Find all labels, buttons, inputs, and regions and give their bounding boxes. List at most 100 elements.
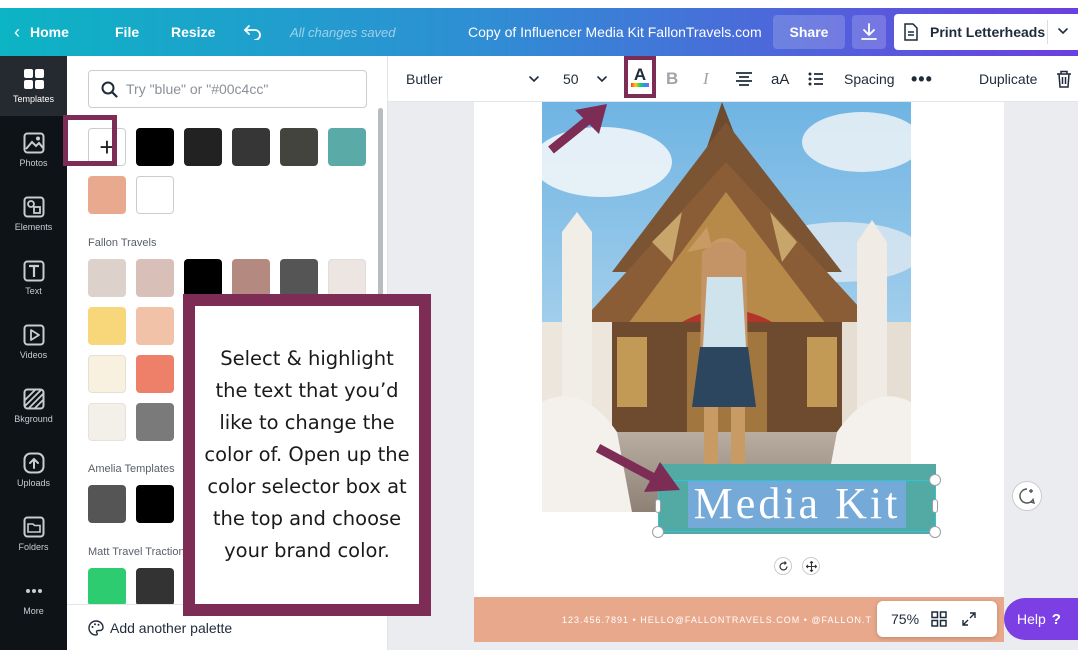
color-swatch[interactable] <box>88 485 126 523</box>
move-icon <box>805 560 817 572</box>
delete-button[interactable] <box>1056 56 1072 102</box>
help-button[interactable]: Help ? <box>1004 598 1078 640</box>
font-size-dropdown[interactable] <box>596 56 608 102</box>
rail-item-text[interactable]: Text <box>0 248 67 308</box>
color-swatch[interactable] <box>280 259 318 297</box>
trash-icon <box>1057 70 1071 88</box>
document-title[interactable]: Copy of Influencer Media Kit FallonTrave… <box>468 8 762 56</box>
more-options-button[interactable]: ••• <box>911 56 933 102</box>
resize-handle[interactable] <box>929 526 941 538</box>
color-swatch[interactable] <box>136 259 174 297</box>
rail-item-folders[interactable]: Folders <box>0 504 67 564</box>
align-button[interactable] <box>735 56 753 102</box>
rail-label: Templates <box>12 94 55 104</box>
save-status: All changes saved <box>290 24 396 40</box>
spacing-button[interactable]: Spacing <box>844 56 895 102</box>
move-button[interactable] <box>802 557 820 575</box>
text-color-button[interactable]: A <box>624 56 656 98</box>
duplicate-button[interactable]: Duplicate <box>979 56 1037 102</box>
download-button[interactable] <box>852 15 886 49</box>
italic-button[interactable]: I <box>703 56 709 102</box>
help-label: Help <box>1017 611 1046 627</box>
file-menu[interactable]: File <box>115 8 139 56</box>
color-swatch[interactable] <box>136 485 174 523</box>
comment-button[interactable] <box>1012 481 1042 511</box>
print-label: Print Letterheads <box>930 24 1046 40</box>
undo-icon <box>244 25 261 40</box>
rotate-button[interactable] <box>774 557 792 575</box>
print-letterheads-button[interactable]: Print Letterheads <box>894 14 1078 50</box>
document-icon <box>904 23 918 41</box>
color-swatch[interactable] <box>280 128 318 166</box>
color-swatch[interactable] <box>232 128 270 166</box>
palette-icon <box>88 619 104 636</box>
color-swatch[interactable] <box>184 259 222 297</box>
folders-icon <box>23 516 44 538</box>
color-swatch[interactable] <box>88 568 126 606</box>
text-icon <box>23 260 44 282</box>
color-swatch[interactable] <box>88 307 126 345</box>
zoom-level[interactable]: 75% <box>891 611 919 627</box>
font-size[interactable]: 50 <box>563 56 579 102</box>
arrow-to-color-icon <box>548 104 607 154</box>
color-swatch[interactable] <box>136 128 174 166</box>
letter-case-button[interactable]: aA <box>771 56 789 102</box>
resize-button[interactable]: Resize <box>171 8 215 56</box>
font-selector[interactable]: Butler <box>406 56 443 102</box>
color-search[interactable] <box>88 70 367 108</box>
rail-label: Bkground <box>14 414 53 424</box>
palette-title: Fallon Travels <box>88 237 157 249</box>
rail-item-more[interactable]: More <box>0 568 67 628</box>
chevron-down-icon[interactable] <box>1057 23 1069 39</box>
arrow-to-headline-icon <box>595 444 680 492</box>
chevron-left-icon: ‹ <box>14 21 20 42</box>
resize-handle[interactable] <box>652 526 664 538</box>
color-swatch[interactable] <box>184 128 222 166</box>
color-swatch[interactable] <box>88 403 126 441</box>
photos-icon <box>23 132 44 154</box>
color-swatch-white[interactable] <box>136 176 174 214</box>
search-icon <box>101 81 118 98</box>
side-handle[interactable] <box>655 499 661 513</box>
frame-border <box>0 0 1078 8</box>
list-button[interactable] <box>808 56 824 102</box>
elements-icon <box>23 196 44 218</box>
color-swatch[interactable] <box>88 176 126 214</box>
color-swatch[interactable] <box>328 259 366 297</box>
color-swatch[interactable] <box>232 259 270 297</box>
zoom-controls[interactable]: 75% <box>877 601 997 637</box>
share-button[interactable]: Share <box>773 15 845 49</box>
list-icon <box>808 72 823 86</box>
selected-swatch-highlight <box>63 115 117 166</box>
rail-item-videos[interactable]: Videos <box>0 312 67 372</box>
rail-item-background[interactable]: Bkground <box>0 376 67 436</box>
rail-item-templates[interactable]: Templates <box>0 56 67 116</box>
color-swatch[interactable] <box>136 403 174 441</box>
bold-button[interactable]: B <box>666 56 678 102</box>
undo-button[interactable] <box>244 8 262 56</box>
rail-label: Photos <box>19 158 48 168</box>
more-icon <box>25 589 42 593</box>
color-swatch[interactable] <box>136 568 174 606</box>
rail-item-photos[interactable]: Photos <box>0 120 67 180</box>
help-question-icon: ? <box>1051 610 1061 628</box>
color-swatch[interactable] <box>136 307 174 345</box>
color-swatch[interactable] <box>328 128 366 166</box>
rail-label: Folders <box>18 542 49 552</box>
side-handle[interactable] <box>932 499 938 513</box>
palette-title: Matt Travel Traction <box>88 546 185 558</box>
grid-view-icon[interactable] <box>931 611 947 627</box>
resize-handle[interactable] <box>929 474 941 486</box>
font-dropdown[interactable] <box>528 56 540 102</box>
palette-title: Amelia Templates <box>88 463 175 475</box>
search-input[interactable] <box>126 81 356 97</box>
color-swatch[interactable] <box>136 355 174 393</box>
rail-label: Uploads <box>16 478 51 488</box>
color-swatch[interactable] <box>88 355 126 393</box>
selection-outline <box>658 480 936 532</box>
color-swatch[interactable] <box>88 259 126 297</box>
home-button[interactable]: ‹ Home <box>14 8 69 56</box>
rail-item-uploads[interactable]: Uploads <box>0 440 67 500</box>
rail-item-elements[interactable]: Elements <box>0 184 67 244</box>
fullscreen-icon[interactable] <box>961 611 977 627</box>
